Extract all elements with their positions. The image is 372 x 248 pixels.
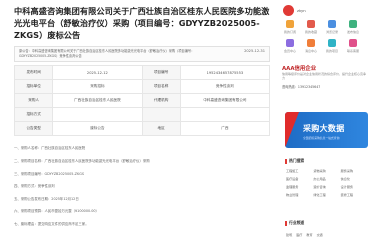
meta-key: 招标方式	[13, 107, 54, 123]
meta-key: 发布时间	[13, 65, 54, 81]
meta-key: 公告类型	[13, 121, 54, 137]
meta-key: 招标单位	[13, 79, 54, 95]
article-body: 一、采购人名称：广西壮族自治区桂东人民医院 二、采购项目名称：广西壮族自治区桂东…	[14, 146, 270, 234]
body-line: 一、采购人名称：广西壮族自治区桂东人民医院	[14, 146, 86, 151]
industry-link[interactable]: 教育	[306, 232, 312, 237]
hot-search-link[interactable]: 办公用品	[313, 176, 340, 181]
meta-value: 1952434657875553	[179, 65, 271, 81]
table-row: 采购人 广西壮族自治区桂东人民医院 代理机构 中科高盛咨询集团有限公司	[13, 93, 271, 109]
meta-key	[141, 107, 181, 123]
table-row: 招标方式	[13, 107, 271, 123]
subscribe-icon[interactable]	[286, 20, 294, 28]
original-notice-date: 2025-12-31	[244, 49, 265, 54]
industry-link[interactable]: 建筑	[286, 232, 292, 237]
hot-search-link[interactable]: 货物采购	[313, 168, 340, 173]
meta-key: 采购人	[13, 93, 54, 109]
quick-link[interactable]: 我的收藏	[303, 30, 319, 34]
quick-link[interactable]: 我的项目	[324, 49, 340, 53]
meta-value: 2025-12-12	[52, 65, 143, 81]
meta-value	[179, 107, 271, 123]
body-line: 四、采购方式：竞争性谈判	[14, 184, 55, 189]
hot-search-link[interactable]: 信息化	[341, 176, 368, 181]
section-marker	[285, 158, 287, 164]
meta-key: 地区	[141, 121, 181, 137]
avatar[interactable]	[283, 5, 294, 16]
hot-search-link[interactable]: 造价咨询	[313, 184, 340, 189]
credit-title: AAA信用企业	[282, 66, 317, 72]
hot-search-link[interactable]: 设计服务	[341, 184, 368, 189]
message-icon[interactable]	[307, 39, 315, 47]
quick-link[interactable]: 联系客服	[345, 49, 361, 53]
meta-key: 项目名称	[141, 79, 181, 95]
hot-search-link[interactable]: 医疗设备	[286, 176, 313, 181]
quick-link[interactable]: 会员中心	[282, 49, 298, 53]
article-main: 中科高盛咨询集团有限公司关于广西壮族自治区桂东人民医院多功能激光光电平台（舒敏治…	[0, 0, 278, 248]
banner-decoration	[285, 112, 299, 148]
meta-value: 广西壮族自治区桂东人民医院	[52, 93, 143, 109]
hot-search-list: 工程施工 货物采购 服务采购 医疗设备 办公用品 信息化 监理服务 造价咨询 设…	[286, 168, 368, 197]
meta-value: 采购招标	[52, 79, 143, 95]
hot-search-link[interactable]: 物业管理	[286, 192, 313, 197]
banner-title: 采购大数据	[303, 124, 345, 133]
favorite-icon[interactable]	[307, 20, 315, 28]
hot-search-link[interactable]: 服务采购	[341, 168, 368, 173]
table-row: 发布时间 2025-12-12 项目编号 1952434657875553	[13, 65, 271, 81]
quick-link[interactable]: 浏览记录	[324, 30, 340, 34]
meta-value: 竞争性谈判	[179, 79, 271, 95]
service-icon[interactable]	[349, 39, 357, 47]
user-name[interactable]: zkyn	[297, 8, 306, 13]
body-line: 五、采购公告发布日期：2025年12月12日	[14, 196, 79, 201]
quick-link[interactable]: 消息中心	[303, 49, 319, 53]
body-line: 三、采购项目编号：GDYYZB2025005-ZKGS	[14, 171, 85, 176]
original-notice-box: 原公告：中科高盛咨询集团有限公司关于广西壮族自治区桂东人民医院多功能激光光电平台…	[14, 46, 270, 63]
body-line: 七、废标理由：提交响应文件的供应商不足三家。	[14, 221, 89, 226]
project-icon[interactable]	[328, 39, 336, 47]
hot-search-header: 热门搜索	[285, 158, 369, 164]
table-row: 公告类型 废标公告 地区 广西	[13, 121, 271, 137]
big-data-banner[interactable]: 采购大数据 全国招标采购信息一站式查询	[285, 112, 368, 148]
table-row: 招标单位 采购招标 项目名称 竞争性谈判	[13, 79, 271, 95]
hot-search-link[interactable]: 绿化工程	[313, 192, 340, 197]
publish-icon[interactable]	[349, 20, 357, 28]
original-notice-link[interactable]: 原公告：中科高盛咨询集团有限公司关于广西壮族自治区桂东人民医院多功能激光光电平台…	[19, 49, 219, 59]
banner-subtitle: 全国招标采购信息一站式查询	[303, 136, 340, 140]
credit-desc: 信用等级评价是对企业信用状况的综合评价，提升企业核心竞争力	[282, 72, 367, 81]
hot-search-link[interactable]: 装修工程	[341, 192, 368, 197]
industry-link[interactable]: 医疗	[296, 232, 302, 237]
industry-header: 行业频道	[285, 220, 369, 226]
quick-link[interactable]: 我的订阅	[282, 30, 298, 34]
meta-table: 发布时间 2025-12-12 项目编号 1952434657875553 招标…	[13, 65, 271, 137]
credit-promo[interactable]: AAA信用企业 信用等级评价是对企业信用状况的综合评价，提升企业核心竞争力 咨询…	[281, 58, 369, 102]
credit-phone: 咨询热线：13912345647	[282, 85, 321, 89]
industry-list: 建筑 医疗 教育 交通	[286, 232, 368, 237]
hot-search-link[interactable]: 监理服务	[286, 184, 313, 189]
history-icon[interactable]	[328, 20, 336, 28]
industry-title: 行业频道	[289, 220, 305, 225]
meta-key: 项目编号	[141, 65, 181, 81]
quick-link[interactable]: 发布信息	[345, 30, 361, 34]
meta-value	[52, 107, 143, 123]
hot-search-link[interactable]: 工程施工	[286, 168, 313, 173]
section-marker	[285, 220, 287, 226]
body-line: 六、采购项目预算：人民币壹拾万元整（¥100000.00）	[14, 209, 99, 214]
meta-value: 废标公告	[52, 121, 143, 137]
hot-search-title: 热门搜索	[289, 158, 305, 163]
member-icon[interactable]	[286, 39, 294, 47]
meta-value: 中科高盛咨询集团有限公司	[179, 93, 271, 109]
meta-value: 广西	[179, 121, 271, 137]
meta-key: 代理机构	[141, 93, 181, 109]
sidebar: zkyn 我的订阅 我的收藏 浏览记录 发布信息 会员中心 消息中心 我的项目 …	[281, 0, 372, 248]
industry-link[interactable]: 交通	[317, 232, 323, 237]
page-title: 中科高盛咨询集团有限公司关于广西壮族自治区桂东人民医院多功能激光光电平台（舒敏治…	[14, 6, 270, 40]
body-line: 二、采购项目名称：广西壮族自治区桂东人民医院多功能激光光电平台（舒敏治疗仪）采购	[14, 158, 150, 163]
